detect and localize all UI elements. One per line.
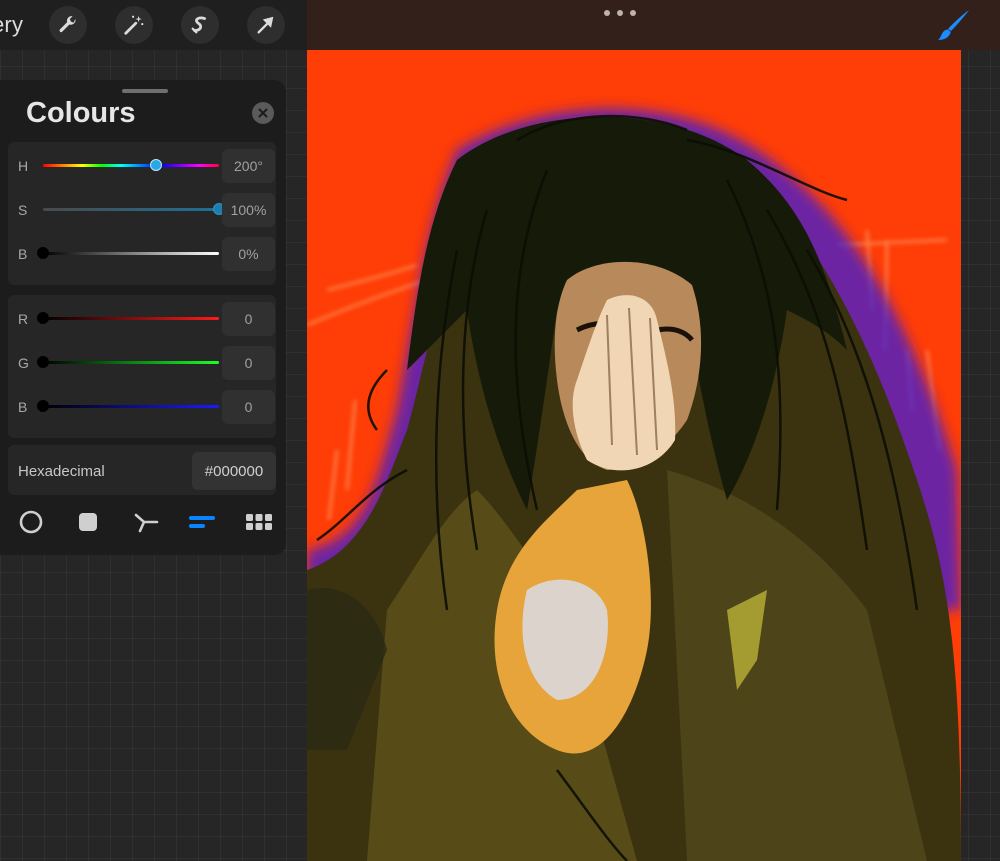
classic-mode-icon[interactable] [74, 508, 102, 536]
hue-track[interactable] [43, 164, 219, 167]
top-toolbar: ery [0, 0, 1000, 50]
artwork [307, 108, 961, 861]
hue-label: H [18, 158, 29, 174]
green-track[interactable] [43, 361, 219, 364]
hue-knob[interactable] [149, 159, 162, 171]
more-dots-icon[interactable] [604, 6, 636, 20]
harmony-mode-icon[interactable] [132, 508, 160, 536]
brightness-knob[interactable] [37, 247, 49, 259]
brightness-track[interactable] [43, 252, 219, 255]
hsb-sliders: H 200° S 100% B 0% [8, 142, 276, 285]
brightness-label: B [18, 246, 28, 262]
red-knob[interactable] [37, 312, 49, 324]
drawing-canvas[interactable] [307, 50, 961, 861]
hex-field[interactable]: #000000 [192, 452, 276, 490]
toolbar-left-section: ery [0, 0, 307, 50]
blue-value[interactable]: 0 [222, 390, 275, 424]
hue-slider-row: H 200° [8, 146, 276, 186]
brightness-value[interactable]: 0% [222, 237, 275, 271]
green-label: G [18, 355, 29, 371]
blue-knob[interactable] [37, 400, 49, 412]
value-mode-icon[interactable] [188, 508, 216, 536]
palettes-mode-icon[interactable] [245, 508, 273, 536]
adjustments-button[interactable] [115, 6, 153, 44]
hex-label: Hexadecimal [18, 463, 105, 480]
green-slider-row: G 0 [8, 343, 276, 383]
red-slider-row: R 0 [8, 299, 276, 339]
selection-icon [191, 16, 206, 34]
magic-wand-icon [124, 15, 144, 35]
panel-title: Colours [26, 97, 136, 129]
green-knob[interactable] [37, 356, 49, 368]
wrench-icon [59, 16, 76, 33]
saturation-slider-row: S 100% [8, 190, 276, 230]
saturation-value[interactable]: 100% [222, 193, 275, 227]
actions-button[interactable] [49, 6, 87, 44]
hue-value[interactable]: 200° [222, 149, 275, 183]
blue-track[interactable] [43, 405, 219, 408]
close-icon [258, 108, 268, 118]
colour-panel: Colours H 200° S 100% B 0% R 0 G 0 B 0 H… [0, 80, 286, 555]
transform-button[interactable] [247, 6, 285, 44]
red-value[interactable]: 0 [222, 302, 275, 336]
rgb-sliders: R 0 G 0 B 0 [8, 295, 276, 438]
saturation-track[interactable] [43, 208, 219, 211]
transform-arrow-icon [257, 16, 274, 34]
toolbar-right-section [307, 0, 1000, 50]
saturation-label: S [18, 202, 28, 218]
green-value[interactable]: 0 [222, 346, 275, 380]
red-label: R [18, 311, 29, 327]
close-button[interactable] [252, 102, 274, 124]
brightness-slider-row: B 0% [8, 234, 276, 274]
disc-mode-icon[interactable] [17, 508, 45, 536]
selection-button[interactable] [181, 6, 219, 44]
gallery-button[interactable]: ery [0, 12, 23, 38]
panel-grabber[interactable] [122, 89, 168, 93]
blue-label: B [18, 399, 28, 415]
hex-row: Hexadecimal #000000 [8, 445, 276, 495]
brush-icon[interactable] [936, 8, 972, 44]
blue-slider-row: B 0 [8, 387, 276, 427]
red-track[interactable] [43, 317, 219, 320]
